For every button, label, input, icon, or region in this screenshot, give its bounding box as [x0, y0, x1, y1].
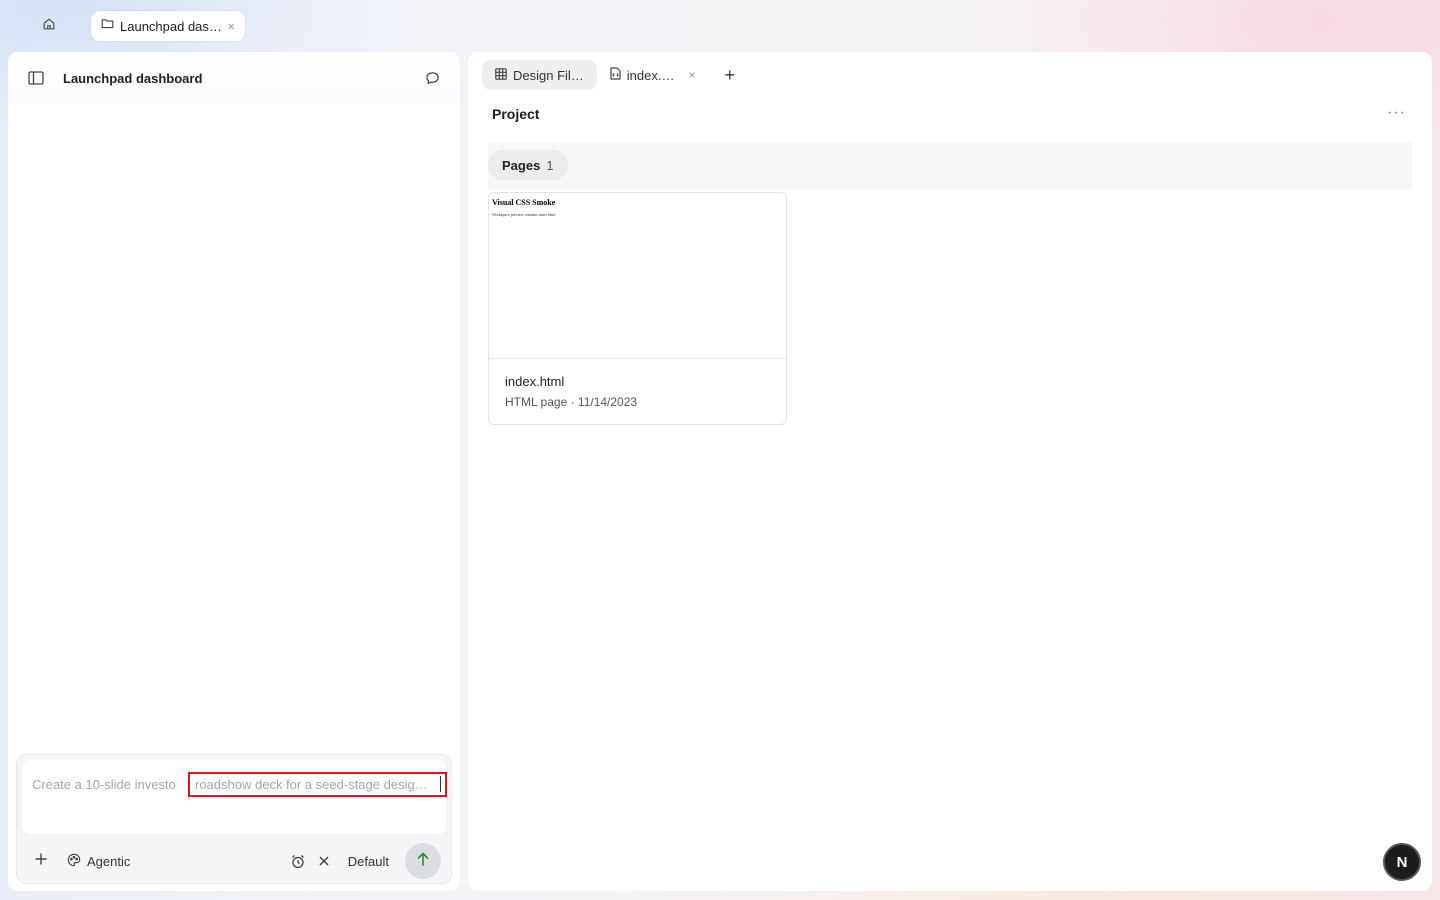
thumbnail-subtitle: Workspace preview contains inner html — [492, 212, 556, 217]
browser-tab[interactable]: Launchpad das… × — [91, 11, 245, 41]
project-title: Project — [492, 106, 540, 122]
editor-panel: Design Fil… index.… × + Project ··· Page… — [468, 52, 1432, 891]
prompt-input[interactable]: Create a 10-slide investo roadshow deck … — [22, 760, 447, 834]
chat-panel: Launchpad dashboard Create a 10-slide in… — [8, 52, 460, 891]
grid-icon — [495, 67, 507, 83]
more-options-icon[interactable]: ··· — [1387, 104, 1406, 122]
composer-toolbar: Agentic Default — [17, 841, 451, 881]
editor-tabs: Design Fil… index.… × + — [482, 60, 735, 90]
tab-design-files[interactable]: Design Fil… — [482, 60, 597, 90]
arrow-up-icon — [417, 852, 429, 871]
add-attachment-button[interactable] — [31, 851, 51, 871]
pages-label: Pages — [502, 157, 541, 173]
text-caret — [440, 776, 441, 792]
model-selector[interactable]: Default — [348, 854, 389, 869]
page-card-info: index.html HTML page · 11/14/2023 — [489, 359, 786, 424]
folder-icon — [101, 17, 114, 35]
chat-header: Launchpad dashboard — [8, 52, 460, 104]
prompt-highlight: roadshow deck for a seed-stage desig… — [188, 772, 447, 797]
floating-assistant-button[interactable]: N — [1383, 843, 1421, 881]
home-button[interactable] — [34, 12, 64, 40]
file-code-icon — [610, 67, 621, 83]
palette-icon — [67, 853, 81, 870]
mode-selector[interactable]: Agentic — [67, 853, 130, 870]
plus-icon — [35, 852, 47, 870]
file-name: index.html — [505, 374, 565, 389]
pages-bar: Pages 1 — [488, 142, 1412, 190]
pages-filter-chip[interactable]: Pages 1 — [488, 150, 568, 180]
page-thumbnail: Visual CSS Smoke Workspace preview conta… — [489, 193, 786, 359]
tab-index[interactable]: index.… × — [597, 60, 709, 90]
browser-tab-label: Launchpad das… — [120, 18, 222, 34]
close-tab-icon[interactable]: × — [227, 19, 235, 34]
send-button[interactable] — [405, 843, 441, 879]
thumbnail-title: Visual CSS Smoke — [492, 198, 556, 207]
page-card[interactable]: Visual CSS Smoke Workspace preview conta… — [488, 192, 787, 425]
page-title: Launchpad dashboard — [63, 70, 203, 86]
timer-icon[interactable] — [288, 851, 308, 871]
close-tab-icon[interactable]: × — [689, 68, 696, 82]
pages-count: 1 — [546, 157, 554, 173]
mode-label: Agentic — [87, 853, 131, 869]
tab-label: index.… — [626, 67, 675, 83]
sidebar-toggle-icon[interactable] — [26, 68, 46, 88]
top-bar: Launchpad das… × — [0, 0, 1440, 52]
add-tab-button[interactable]: + — [725, 65, 736, 86]
chat-bubble-icon[interactable] — [422, 68, 442, 88]
prompt-composer: Create a 10-slide investo roadshow deck … — [16, 754, 452, 884]
home-icon — [42, 17, 56, 36]
file-meta: HTML page · 11/14/2023 — [505, 395, 638, 409]
close-icon[interactable] — [314, 851, 334, 871]
tab-label: Design Fil… — [513, 67, 584, 83]
